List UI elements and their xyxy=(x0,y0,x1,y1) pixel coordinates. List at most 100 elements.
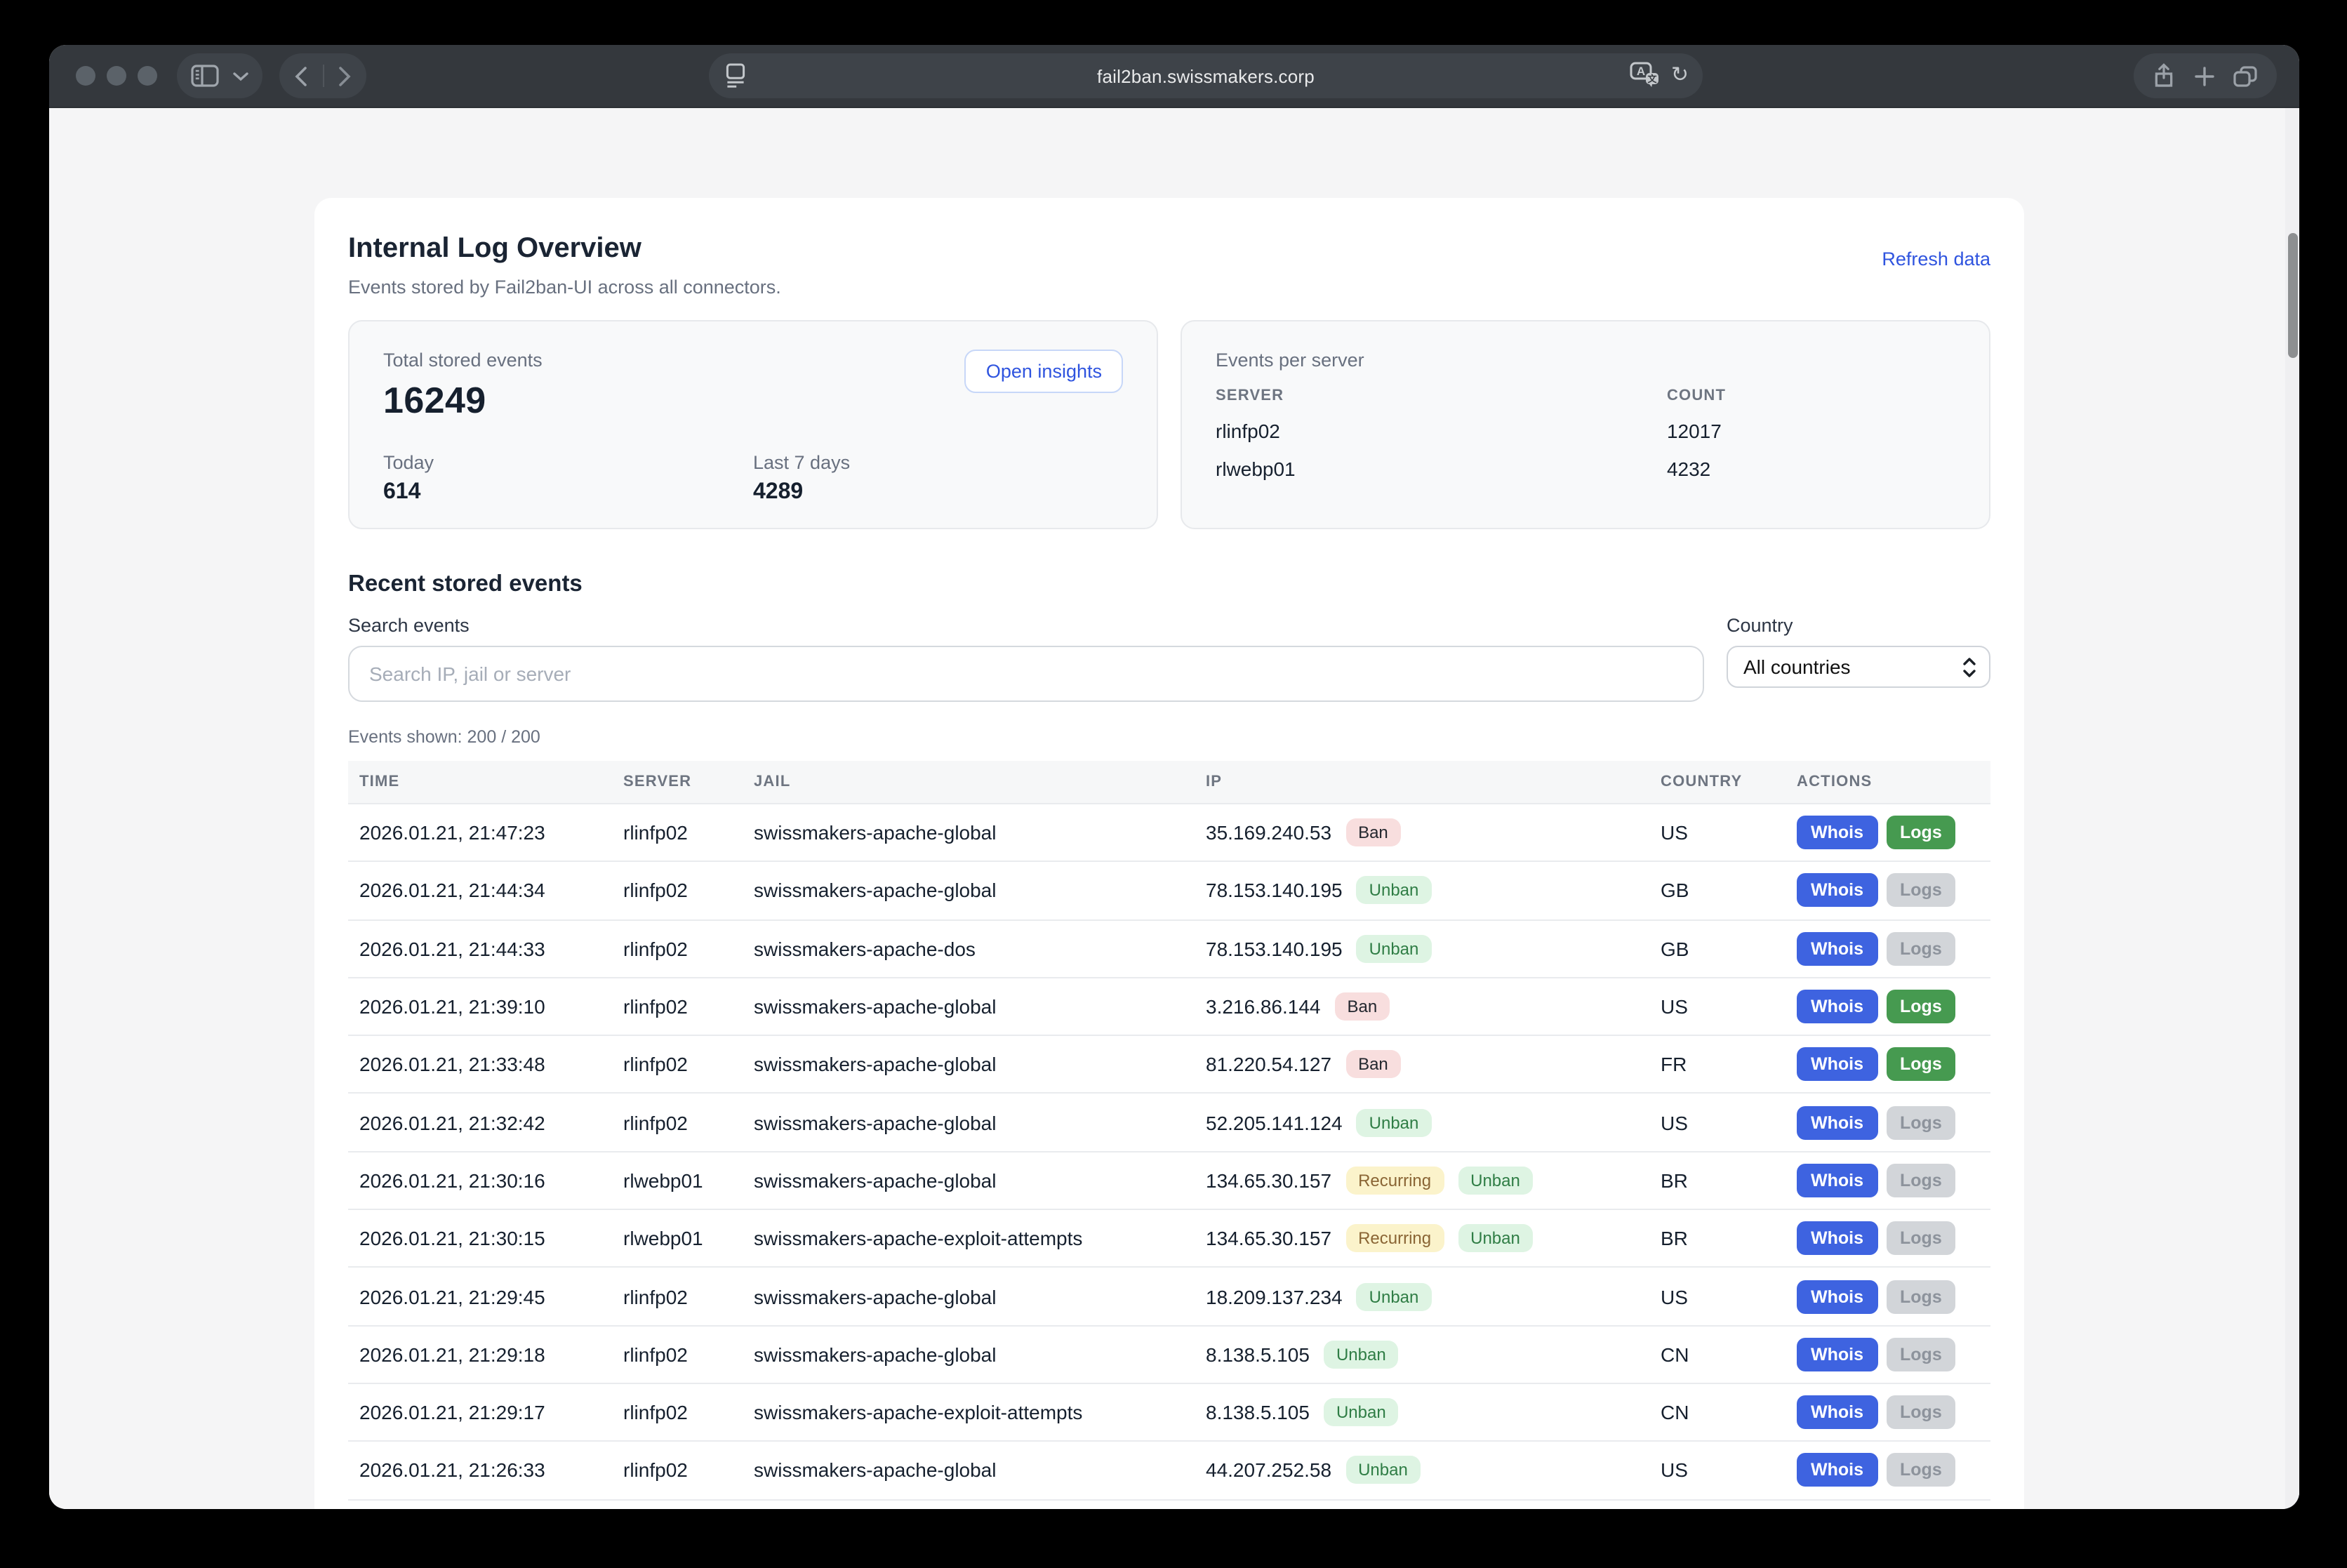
total-events-label: Total stored events xyxy=(383,350,543,371)
translate-button[interactable]: A 文 xyxy=(1630,62,1660,87)
recurring-badge: Recurring xyxy=(1345,1167,1444,1195)
whois-button[interactable]: Whois xyxy=(1797,1221,1877,1255)
search-input[interactable] xyxy=(348,646,1704,702)
sidebar-menu-button[interactable] xyxy=(233,71,248,81)
cell-country: GB xyxy=(1649,937,1786,959)
cell-ip: 3.216.86.144Ban xyxy=(1195,992,1649,1021)
logs-button[interactable]: Logs xyxy=(1886,931,1956,965)
zoom-window-button[interactable] xyxy=(138,66,157,86)
sidebar-toggle-button[interactable] xyxy=(191,65,219,87)
unban-badge: Unban xyxy=(1324,1398,1399,1426)
logs-button[interactable]: Logs xyxy=(1886,1454,1956,1487)
ip-address: 8.138.5.105 xyxy=(1206,1401,1310,1423)
toolbar-right-controls xyxy=(2134,53,2277,98)
table-row: 2026.01.21, 21:29:45rlinfp02swissmakers-… xyxy=(348,1268,1990,1327)
cell-actions: Whois Logs xyxy=(1786,1280,1990,1313)
whois-button[interactable]: Whois xyxy=(1797,1338,1877,1371)
whois-button[interactable]: Whois xyxy=(1797,1395,1877,1429)
back-button[interactable] xyxy=(295,65,307,86)
per-server-name: rlwebp01 xyxy=(1216,458,1667,480)
scrollbar-thumb[interactable] xyxy=(2288,233,2298,358)
events-table-header: TIMESERVERJAILIPCOUNTRYACTIONS xyxy=(348,761,1990,804)
cell-ip: 8.138.5.105Unban xyxy=(1195,1341,1649,1369)
cell-country: FR xyxy=(1649,1054,1786,1076)
close-window-button[interactable] xyxy=(76,66,95,86)
table-row: 2026.01.21, 21:33:48rlinfp02swissmakers-… xyxy=(348,1036,1990,1094)
per-server-table: SERVERCOUNTrlinfp0212017rlwebp014232 xyxy=(1216,371,1955,480)
search-events-label: Search events xyxy=(348,615,1704,636)
refresh-data-link[interactable]: Refresh data xyxy=(1882,248,1990,270)
logs-button[interactable]: Logs xyxy=(1886,1105,1956,1139)
cell-server: rlwebp01 xyxy=(612,1169,743,1192)
recurring-badge: Recurring xyxy=(1345,1224,1444,1252)
page-subtitle: Events stored by Fail2ban-UI across all … xyxy=(348,274,781,300)
cell-jail: swissmakers-apache-global xyxy=(743,821,1195,844)
cell-actions: Whois Logs xyxy=(1786,931,1990,965)
cell-country: BR xyxy=(1649,1169,1786,1192)
country-select[interactable]: All countries xyxy=(1727,646,1990,688)
whois-button[interactable]: Whois xyxy=(1797,1105,1877,1139)
scrollbar-track[interactable] xyxy=(2285,108,2299,1509)
translate-icon: A 文 xyxy=(1630,62,1660,87)
column-header: JAIL xyxy=(743,773,1195,790)
tab-overview-button[interactable] xyxy=(2234,65,2258,86)
share-button[interactable] xyxy=(2153,63,2174,88)
share-icon xyxy=(2153,63,2174,88)
cell-time: 2026.01.21, 21:29:18 xyxy=(348,1343,612,1366)
address-bar[interactable]: fail2ban.swissmakers.corp A 文 xyxy=(709,53,1703,98)
cell-actions: Whois Logs xyxy=(1786,1048,1990,1082)
cell-actions: Whois Logs xyxy=(1786,1338,1990,1371)
today-value: 614 xyxy=(383,480,753,505)
new-tab-button[interactable] xyxy=(2193,65,2214,86)
per-server-title: Events per server xyxy=(1216,350,1955,371)
cell-time: 2026.01.21, 21:44:33 xyxy=(348,937,612,959)
minimize-window-button[interactable] xyxy=(107,66,126,86)
whois-button[interactable]: Whois xyxy=(1797,1280,1877,1313)
cell-actions: Whois Logs xyxy=(1786,874,1990,908)
cell-country: GB xyxy=(1649,879,1786,902)
tab-overview-icon xyxy=(2234,65,2258,86)
reload-button[interactable]: ↻ xyxy=(1671,64,1689,85)
open-insights-button[interactable]: Open insights xyxy=(965,350,1123,393)
cell-server: rlinfp02 xyxy=(612,1343,743,1366)
whois-button[interactable]: Whois xyxy=(1797,816,1877,849)
cell-country: US xyxy=(1649,1285,1786,1308)
whois-button[interactable]: Whois xyxy=(1797,931,1877,965)
ip-address: 78.153.140.195 xyxy=(1206,937,1343,959)
logs-button[interactable]: Logs xyxy=(1886,1338,1956,1371)
cell-ip: 81.220.54.127Ban xyxy=(1195,1051,1649,1079)
logs-button[interactable]: Logs xyxy=(1886,1280,1956,1313)
cell-jail: swissmakers-apache-global xyxy=(743,1054,1195,1076)
cell-server: rlinfp02 xyxy=(612,821,743,844)
logs-button[interactable]: Logs xyxy=(1886,1048,1956,1082)
forward-icon xyxy=(339,65,352,86)
whois-button[interactable]: Whois xyxy=(1797,1048,1877,1082)
table-row: 2026.01.21, 21:30:15rlwebp01swissmakers-… xyxy=(348,1210,1990,1268)
cell-actions: Whois Logs xyxy=(1786,1164,1990,1197)
table-row: 2026.01.21, 21:29:18rlinfp02swissmakers-… xyxy=(348,1326,1990,1384)
cell-actions: Whois Logs xyxy=(1786,816,1990,849)
logs-button[interactable]: Logs xyxy=(1886,990,1956,1023)
whois-button[interactable]: Whois xyxy=(1797,874,1877,908)
cell-time: 2026.01.21, 21:33:48 xyxy=(348,1054,612,1076)
ban-badge: Ban xyxy=(1345,818,1401,846)
cell-country: CN xyxy=(1649,1401,1786,1423)
whois-button[interactable]: Whois xyxy=(1797,990,1877,1023)
ip-address: 44.207.252.58 xyxy=(1206,1459,1331,1482)
whois-button[interactable]: Whois xyxy=(1797,1454,1877,1487)
unban-badge: Unban xyxy=(1458,1224,1533,1252)
logs-button[interactable]: Logs xyxy=(1886,1221,1956,1255)
page-content: Internal Log Overview Events stored by F… xyxy=(49,108,2299,1509)
cell-jail: swissmakers-apache-global xyxy=(743,1285,1195,1308)
unban-badge: Unban xyxy=(1357,1108,1432,1136)
logs-button[interactable]: Logs xyxy=(1886,874,1956,908)
forward-button[interactable] xyxy=(339,65,352,86)
last7days-value: 4289 xyxy=(753,480,1123,505)
whois-button[interactable]: Whois xyxy=(1797,1164,1877,1197)
page-format-icon[interactable] xyxy=(724,63,747,88)
logs-button[interactable]: Logs xyxy=(1886,1395,1956,1429)
ip-address: 35.169.240.53 xyxy=(1206,821,1331,844)
cell-time: 2026.01.21, 21:29:45 xyxy=(348,1285,612,1308)
logs-button[interactable]: Logs xyxy=(1886,816,1956,849)
logs-button[interactable]: Logs xyxy=(1886,1164,1956,1197)
